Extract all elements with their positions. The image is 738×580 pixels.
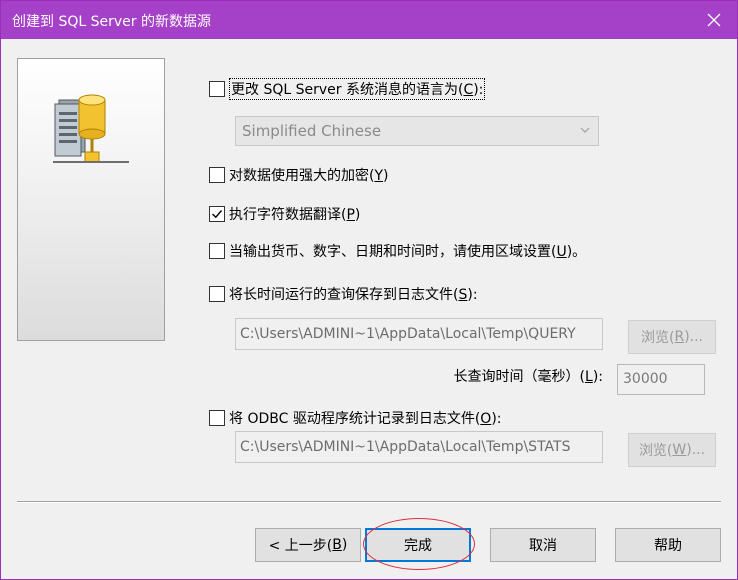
strong-encryption-label: 对数据使用强大的加密(Y) [229, 168, 389, 184]
wizard-side-panel [17, 58, 165, 341]
save-long-queries-checkbox[interactable] [209, 286, 225, 302]
log-odbc-stats-checkbox[interactable] [209, 410, 225, 426]
dialog-window: 创建到 SQL Server 的新数据源 更改 SQL Server 系统消息的… [0, 0, 738, 580]
long-query-log-path[interactable]: C:\Users\ADMINI~1\AppData\Local\Temp\QUE… [235, 318, 603, 350]
language-select[interactable]: Simplified Chinese [235, 116, 599, 146]
close-icon [707, 13, 721, 27]
regional-settings-option[interactable]: 当输出货币、数字、日期和时间时，请使用区域设置(U)。 [209, 241, 586, 261]
browse-stats-log-button[interactable]: 浏览(W)... [628, 433, 716, 467]
language-select-value: Simplified Chinese [242, 122, 382, 140]
change-language-option[interactable]: 更改 SQL Server 系统消息的语言为(C): [209, 78, 486, 100]
save-long-queries-option[interactable]: 将长时间运行的查询保存到日志文件(S): [209, 284, 478, 304]
regional-settings-label: 当输出货币、数字、日期和时间时，请使用区域设置(U)。 [229, 244, 587, 260]
strong-encryption-checkbox[interactable] [209, 167, 225, 183]
long-query-time-label: 长查询时间（毫秒）(L): [453, 369, 603, 385]
char-translation-label: 执行字符数据翻译(P) [229, 207, 361, 223]
save-long-queries-label: 将长时间运行的查询保存到日志文件(S): [229, 287, 478, 303]
long-query-time-input[interactable]: 30000 [617, 364, 705, 395]
separator [17, 501, 721, 503]
server-database-icon [53, 94, 129, 163]
checkmark-icon [212, 210, 223, 219]
char-translation-checkbox[interactable] [209, 206, 225, 222]
chevron-down-icon [580, 127, 590, 133]
back-button[interactable]: < 上一步(B) [255, 528, 361, 562]
char-translation-option[interactable]: 执行字符数据翻译(P) [209, 204, 360, 224]
log-odbc-stats-option[interactable]: 将 ODBC 驱动程序统计记录到日志文件(O): [209, 408, 502, 428]
stats-log-path[interactable]: C:\Users\ADMINI~1\AppData\Local\Temp\STA… [235, 431, 603, 463]
title-bar: 创建到 SQL Server 的新数据源 [1, 1, 737, 39]
log-odbc-stats-label: 将 ODBC 驱动程序统计记录到日志文件(O): [229, 411, 502, 427]
finish-button[interactable]: 完成 [365, 528, 471, 562]
window-title: 创建到 SQL Server 的新数据源 [12, 14, 211, 30]
help-button[interactable]: 帮助 [615, 528, 721, 562]
close-button[interactable] [691, 1, 737, 39]
regional-settings-checkbox[interactable] [209, 243, 225, 259]
cancel-button[interactable]: 取消 [490, 528, 596, 562]
change-language-label: 更改 SQL Server 系统消息的语言为(C): [229, 78, 486, 100]
browse-query-log-button[interactable]: 浏览(R)... [628, 320, 716, 354]
change-language-checkbox[interactable] [209, 81, 225, 97]
strong-encryption-option[interactable]: 对数据使用强大的加密(Y) [209, 165, 389, 185]
